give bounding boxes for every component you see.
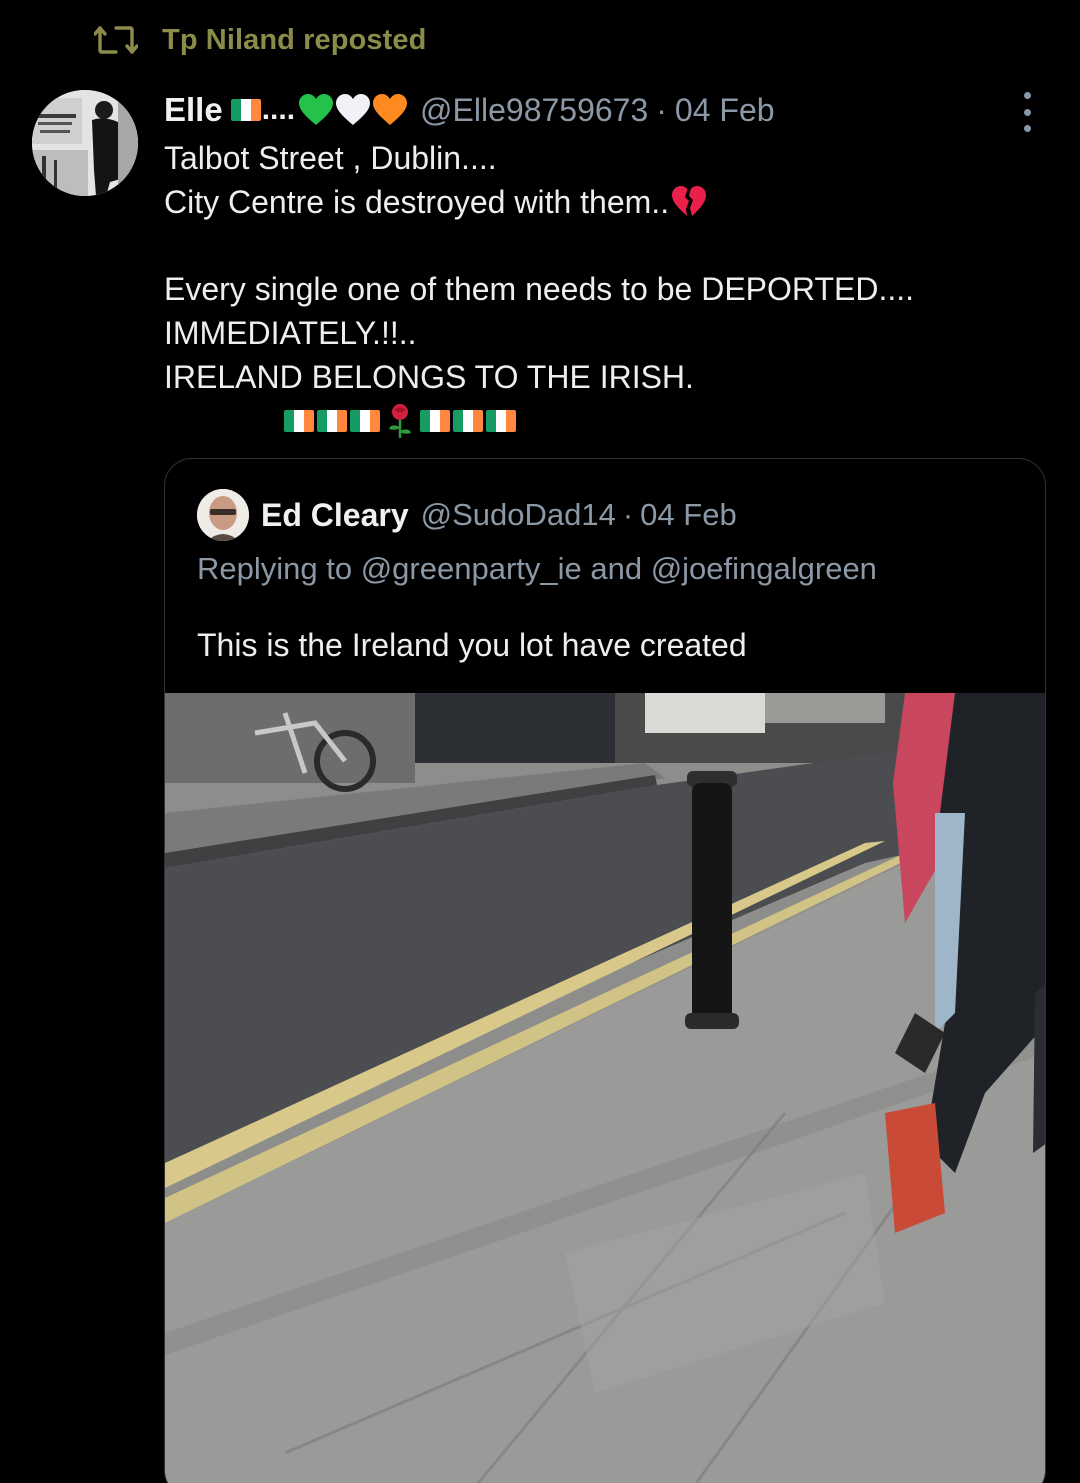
avatar-image: [32, 90, 138, 196]
post-line: City Centre is destroyed with them..: [164, 184, 670, 220]
post-date[interactable]: 04 Feb: [675, 92, 775, 129]
header-separator: ·: [656, 91, 667, 128]
quote-text: This is the Ireland you lot have created: [197, 627, 747, 663]
ireland-flag-icon: [453, 410, 483, 432]
rose-icon: [389, 404, 411, 438]
quoted-post[interactable]: Ed Cleary @SudoDad14 · 04 Feb Replying t…: [164, 458, 1046, 1483]
emoji-flag-row: [164, 399, 1044, 443]
replying-to[interactable]: Replying to @greenparty_ie and @joefinga…: [197, 551, 877, 587]
repost-icon: [94, 26, 138, 54]
author-handle[interactable]: @Elle98759673: [420, 92, 648, 129]
broken-heart-icon: [672, 186, 707, 216]
quote-author-handle[interactable]: @SudoDad14: [421, 497, 616, 533]
repost-header[interactable]: Tp Niland reposted: [94, 22, 426, 58]
timeline-page: Tp Niland reposted Elle .... @Elle987596…: [0, 0, 1080, 1483]
author-name[interactable]: Elle: [164, 91, 223, 129]
quote-date[interactable]: 04 Feb: [640, 497, 737, 533]
white-heart-icon: [336, 94, 371, 125]
quote-avatar-image: [197, 489, 249, 541]
post-line: Every single one of them needs to be DEP…: [164, 271, 914, 307]
ireland-flag-icon: [420, 410, 450, 432]
ireland-flag-icon: [350, 410, 380, 432]
ireland-flag-icon: [486, 410, 516, 432]
quote-header: Ed Cleary @SudoDad14 · 04 Feb: [261, 491, 737, 539]
quote-separator: ·: [622, 497, 634, 532]
street-scene-image: [165, 693, 1045, 1483]
video-thumbnail[interactable]: [165, 693, 1045, 1483]
repost-label[interactable]: Tp Niland reposted: [162, 24, 426, 57]
ireland-flag-icon: [284, 410, 314, 432]
avatar[interactable]: [32, 90, 138, 196]
quote-author-name[interactable]: Ed Cleary: [261, 497, 409, 534]
quote-avatar[interactable]: [197, 489, 249, 541]
post-line: IMMEDIATELY.!!..: [164, 315, 417, 351]
orange-heart-icon: [373, 94, 408, 125]
post-line: Talbot Street , Dublin....: [164, 140, 497, 176]
ireland-flag-icon: [230, 99, 261, 121]
post-line: IRELAND BELONGS TO THE IRISH.: [164, 359, 694, 395]
name-emoji-group: ....: [230, 93, 408, 127]
ireland-flag-icon: [317, 410, 347, 432]
green-heart-icon: [299, 94, 334, 125]
post-header: Elle .... @Elle98759673 · 04 Feb: [164, 86, 775, 134]
post-line-with-emoji: City Centre is destroyed with them..: [164, 180, 1044, 224]
name-dots: ....: [261, 93, 296, 126]
post-text: Talbot Street , Dublin.... City Centre i…: [164, 136, 1044, 443]
more-options-icon[interactable]: [1012, 92, 1042, 132]
